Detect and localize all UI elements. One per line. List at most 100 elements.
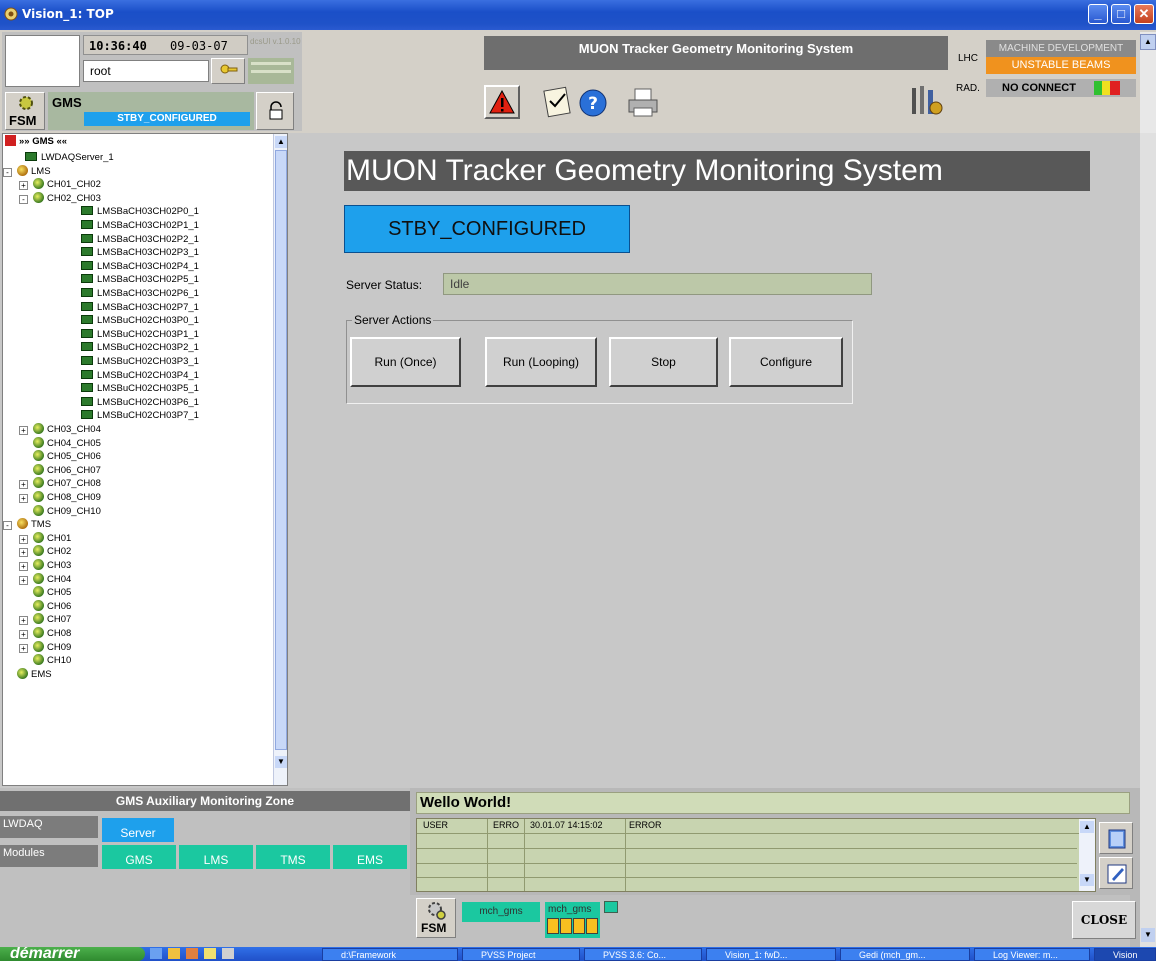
expand-icon[interactable]: + <box>19 480 28 490</box>
module-ems[interactable]: EMS <box>333 845 407 869</box>
log-scrollbar[interactable]: ▲ ▼ <box>1079 819 1095 891</box>
fsm-button[interactable]: FSM <box>5 92 45 130</box>
minimize-button[interactable]: _ <box>1088 4 1108 24</box>
tree-node[interactable]: LMSBaCH03CH02P0_1 <box>81 205 199 218</box>
expand-icon[interactable]: + <box>19 534 28 544</box>
login-button[interactable] <box>211 58 245 84</box>
task-item[interactable]: PVSS 3.6: Co... <box>584 948 702 961</box>
expand-icon[interactable]: + <box>19 575 28 585</box>
close-window-button[interactable]: ✕ <box>1134 4 1154 24</box>
tools-button[interactable] <box>908 82 944 120</box>
tree-node[interactable]: LMSBuCH02CH03P3_1 <box>81 355 199 368</box>
tree-node[interactable]: LWDAQServer_1 <box>25 151 114 164</box>
tree-scroll-thumb[interactable] <box>275 150 287 750</box>
expand-icon[interactable]: + <box>19 562 28 571</box>
tree-node[interactable]: LMSBaCH03CH02P6_1 <box>81 287 199 300</box>
tree-node[interactable]: CH01 <box>33 531 71 545</box>
tree-node[interactable]: CH03 <box>33 559 71 572</box>
task-item-active[interactable]: Vision <box>1094 948 1156 961</box>
log-row[interactable]: USER ERRO 30.01.07 14:15:02 ERROR <box>417 819 1095 834</box>
module-lms[interactable]: LMS <box>179 845 253 869</box>
start-button[interactable]: démarrer <box>0 947 145 961</box>
tree-node[interactable]: TMS <box>17 518 51 531</box>
scroll-up-icon[interactable]: ▲ <box>275 136 287 148</box>
system-state[interactable]: STBY_CONFIGURED <box>344 205 630 253</box>
tree-node[interactable]: LMSBaCH03CH02P4_1 <box>81 260 199 273</box>
server-indicator[interactable]: Server <box>102 818 174 842</box>
main-scrollbar[interactable] <box>1140 133 1156 788</box>
window-titlebar[interactable]: Vision_1: TOP _ □ ✕ <box>0 0 1156 30</box>
collapse-icon[interactable]: - <box>3 521 12 531</box>
collapse-icon[interactable]: - <box>3 167 12 177</box>
close-button[interactable]: CLOSE <box>1072 901 1136 939</box>
user-field[interactable]: root <box>83 60 209 82</box>
tree-node[interactable]: EMS <box>17 667 52 681</box>
tree-node[interactable]: CH09 <box>33 640 71 654</box>
log-view-button[interactable] <box>1099 822 1133 854</box>
tree-node[interactable]: CH07_CH08 <box>33 477 101 490</box>
alarm-button[interactable] <box>484 85 520 119</box>
expand-icon[interactable]: + <box>19 181 28 191</box>
tree-node[interactable]: CH10 <box>33 654 71 667</box>
tree-node[interactable]: LMSBaCH03CH02P1_1 <box>81 219 199 232</box>
help-button[interactable]: ? <box>578 88 608 118</box>
run-once-button[interactable]: Run (Once) <box>350 337 461 387</box>
tree-node[interactable]: LMSBuCH02CH03P4_1 <box>81 369 199 382</box>
task-item[interactable]: d:\Framework <box>322 948 458 961</box>
top-scrollbar[interactable]: ▲ <box>1140 32 1156 133</box>
log-table[interactable]: USER ERRO 30.01.07 14:15:02 ERROR ▲ ▼ <box>416 818 1096 892</box>
tree-node[interactable]: CH05_CH06 <box>33 450 101 463</box>
fsm-tree[interactable]: »» GMS «« LWDAQServer_1- LMS + CH01_CH02- CH… <box>2 133 288 786</box>
tree-node[interactable]: CH07 <box>33 613 71 626</box>
fsm-state-badge[interactable]: STBY_CONFIGURED <box>84 112 250 126</box>
task-item[interactable]: Gedi (mch_gm... <box>840 948 970 961</box>
run-looping-button[interactable]: Run (Looping) <box>485 337 597 387</box>
checklist-button[interactable] <box>540 85 574 119</box>
log-edit-button[interactable] <box>1099 857 1133 889</box>
bottom-scrollbar[interactable]: ▼ <box>1140 788 1156 947</box>
quick-launch[interactable] <box>150 948 275 960</box>
task-item[interactable]: Log Viewer: m... <box>974 948 1090 961</box>
expand-icon[interactable]: + <box>19 426 28 435</box>
module-gms[interactable]: GMS <box>102 845 176 869</box>
tree-node[interactable]: LMSBuCH02CH03P2_1 <box>81 341 199 354</box>
tree-node[interactable]: LMSBaCH03CH02P5_1 <box>81 273 199 286</box>
tree-node[interactable]: CH08 <box>33 627 71 640</box>
tree-node[interactable]: LMS <box>17 164 51 178</box>
module-tms[interactable]: TMS <box>256 845 330 869</box>
tree-node[interactable]: CH03_CH04 <box>33 423 101 436</box>
tree-node[interactable]: LMSBaCH03CH02P3_1 <box>81 246 199 259</box>
tree-node[interactable]: CH04_CH05 <box>33 436 101 450</box>
expand-icon[interactable]: + <box>19 548 28 558</box>
tree-node[interactable]: CH06 <box>33 599 71 613</box>
task-item[interactable]: PVSS Project <box>462 948 580 961</box>
print-button[interactable] <box>626 86 660 120</box>
tree-root[interactable]: »» GMS «« <box>5 135 67 148</box>
expand-icon[interactable]: + <box>19 643 28 653</box>
tree-node[interactable]: LMSBaCH03CH02P7_1 <box>81 301 199 314</box>
tree-node[interactable]: LMSBuCH02CH03P7_1 <box>81 409 199 422</box>
tree-node[interactable]: CH09_CH10 <box>33 504 101 518</box>
tree-node[interactable]: LMSBuCH02CH03P6_1 <box>81 396 199 409</box>
mch-gms-tag[interactable]: mch_gms <box>462 902 540 922</box>
footer-fsm-button[interactable]: FSM <box>416 898 456 938</box>
tree-node[interactable]: LMSBuCH02CH03P5_1 <box>81 382 199 395</box>
maximize-button[interactable]: □ <box>1111 4 1131 24</box>
expand-icon[interactable]: + <box>19 494 28 503</box>
tree-node[interactable]: CH01_CH02 <box>33 178 101 191</box>
tree-node[interactable]: CH02 <box>33 545 71 558</box>
task-item[interactable]: Vision_1: fwD... <box>706 948 836 961</box>
tree-node[interactable]: LMSBaCH03CH02P2_1 <box>81 233 199 246</box>
configure-button[interactable]: Configure <box>729 337 843 387</box>
tree-scrollbar[interactable]: ▲ ▼ <box>273 134 287 785</box>
expand-icon[interactable]: + <box>19 616 28 626</box>
tree-node[interactable]: CH04 <box>33 572 71 586</box>
stop-button[interactable]: Stop <box>609 337 718 387</box>
tree-node[interactable]: LMSBuCH02CH03P0_1 <box>81 314 199 327</box>
collapse-icon[interactable]: - <box>19 194 28 204</box>
tree-node[interactable]: CH05 <box>33 586 71 599</box>
mch-gms-status[interactable]: mch_gms <box>545 902 600 938</box>
tree-node[interactable]: CH08_CH09 <box>33 491 101 504</box>
lock-button[interactable] <box>256 92 294 130</box>
expand-icon[interactable]: + <box>19 630 28 639</box>
